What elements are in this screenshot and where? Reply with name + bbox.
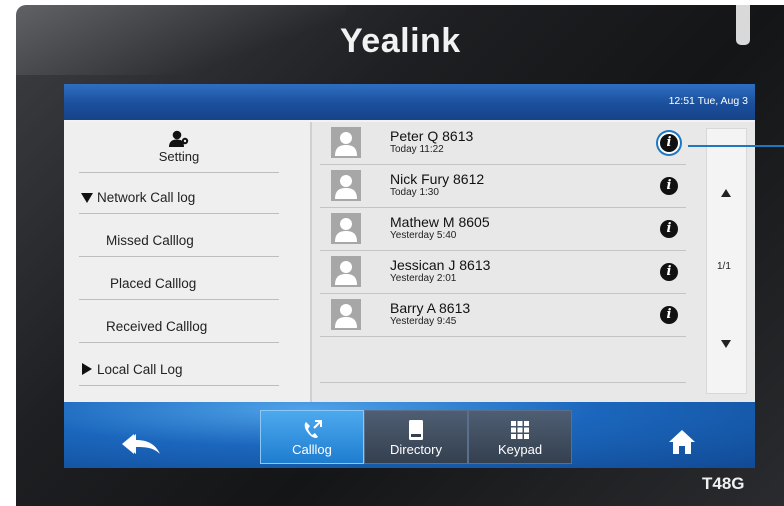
setting-label: Setting: [158, 149, 200, 164]
contact-avatar-icon: [331, 127, 361, 158]
clock: 12:51 Tue, Aug 3: [668, 95, 748, 107]
contact-name: Nick Fury 8612: [390, 171, 485, 187]
call-time: Yesterday 9:45: [390, 316, 457, 327]
expanded-triangle-icon: [81, 193, 93, 203]
callout-line: [688, 145, 784, 147]
menu-label: Network Call log: [97, 190, 196, 205]
call-time: Yesterday 5:40: [390, 230, 457, 241]
bezel-reflection: [16, 5, 346, 75]
scroll-up-icon[interactable]: [721, 189, 731, 197]
setting-button[interactable]: Setting: [79, 130, 279, 173]
contact-name: Peter Q 8613: [390, 128, 474, 144]
menu-label: Local Call Log: [97, 362, 183, 377]
menu-label: Placed Calllog: [110, 276, 197, 291]
call-time: Today 1:30: [390, 187, 439, 198]
menu-received-calllog[interactable]: Received Calllog: [79, 301, 279, 343]
info-icon[interactable]: i: [660, 220, 678, 238]
softkey-label: Keypad: [497, 442, 543, 457]
info-icon[interactable]: i: [660, 306, 678, 324]
call-time: Today 11:22: [390, 144, 444, 155]
menu-missed-calllog[interactable]: Missed Calllog: [79, 215, 279, 257]
calllog-icon: [304, 420, 322, 438]
info-icon[interactable]: i: [660, 134, 678, 152]
contact-avatar-icon: [331, 170, 361, 201]
keypad-icon: [511, 421, 529, 439]
scroll-down-icon[interactable]: [721, 340, 731, 348]
empty-row: [320, 337, 686, 383]
call-list-row[interactable]: Jessican J 8613 Yesterday 2:01 i: [320, 251, 686, 294]
softkey-label: Calllog: [292, 442, 332, 457]
menu-placed-calllog[interactable]: Placed Calllog: [79, 258, 279, 300]
softkey-keypad[interactable]: Keypad: [468, 410, 572, 464]
call-time: Yesterday 2:01: [390, 273, 457, 284]
contact-avatar-icon: [331, 213, 361, 244]
call-list-row[interactable]: Nick Fury 8612 Today 1:30 i: [320, 165, 686, 208]
contact-name: Jessican J 8613: [390, 257, 491, 273]
menu-local-call-log[interactable]: Local Call Log: [79, 344, 279, 386]
softkey-bar: Calllog Directory Keypad: [64, 402, 755, 468]
page-indicator: 1/1: [717, 261, 731, 272]
contact-avatar-icon: [331, 256, 361, 287]
contact-avatar-icon: [331, 299, 361, 330]
call-list-row[interactable]: Peter Q 8613 Today 11:22 i: [320, 122, 686, 165]
softkey-directory[interactable]: Directory: [364, 410, 468, 464]
menu-network-call-log[interactable]: Network Call log: [79, 172, 279, 214]
call-list-row[interactable]: Barry A 8613 Yesterday 9:45 i: [320, 294, 686, 337]
handset-hook: [736, 5, 750, 45]
directory-icon: [409, 420, 423, 440]
info-icon[interactable]: i: [660, 177, 678, 195]
collapsed-triangle-icon: [82, 363, 92, 375]
phone-screen: 12:51 Tue, Aug 3 Setting Network Call lo…: [64, 84, 755, 468]
back-icon[interactable]: [122, 432, 162, 456]
menu-label: Received Calllog: [106, 319, 208, 334]
call-list: Peter Q 8613 Today 11:22 i Nick Fury 861…: [320, 122, 686, 402]
user-gear-icon: [169, 130, 189, 147]
info-icon[interactable]: i: [660, 263, 678, 281]
model-label: T48G: [702, 474, 745, 493]
contact-name: Mathew M 8605: [390, 214, 490, 230]
softkey-label: Directory: [389, 442, 442, 457]
menu-label: Missed Calllog: [106, 233, 194, 248]
calllog-menu: Setting Network Call log Missed Calllog …: [64, 122, 312, 402]
contact-name: Barry A 8613: [390, 300, 471, 316]
scrollbar[interactable]: 1/1: [706, 128, 747, 394]
softkey-calllog[interactable]: Calllog: [260, 410, 364, 464]
call-list-row[interactable]: Mathew M 8605 Yesterday 5:40 i: [320, 208, 686, 251]
brand-logo: Yealink: [340, 22, 461, 60]
home-icon[interactable]: [668, 428, 696, 456]
status-bar: 12:51 Tue, Aug 3: [64, 84, 755, 122]
